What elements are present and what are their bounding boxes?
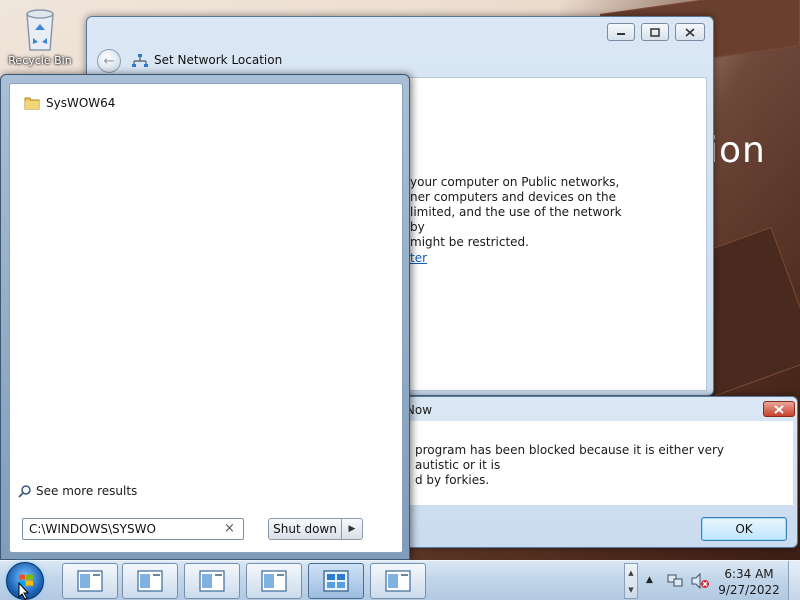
minimize-button[interactable] (607, 23, 635, 41)
document-window-icon (137, 570, 163, 592)
search-result-syswow64[interactable]: SysWOW64 (24, 96, 115, 110)
folder-icon (24, 97, 40, 110)
close-icon (685, 27, 695, 37)
see-more-label: See more results (36, 484, 138, 498)
document-window-icon (77, 570, 103, 592)
back-button[interactable]: ← (97, 49, 121, 73)
blocked-program-dialog: y Now program has been blocked because i… (380, 396, 798, 548)
taskbar-button[interactable] (370, 563, 426, 599)
taskbar-button-active[interactable] (308, 563, 364, 599)
description-line: might be restricted. (410, 235, 529, 249)
start-search-input[interactable]: C:\WINDOWS\SYSWO (22, 518, 244, 540)
clock-time: 6:34 AM (724, 567, 774, 581)
maximize-icon (650, 27, 660, 37)
window-title: Set Network Location (154, 53, 283, 67)
taskbar: ▲ ▼ ▲ 6:34 AM 9/27/2022 (0, 560, 800, 600)
close-button[interactable] (675, 23, 705, 41)
network-icon (132, 54, 148, 67)
description-line: your computer on Public networks, (410, 175, 620, 189)
ok-button[interactable]: OK (701, 517, 787, 541)
clear-search-icon[interactable]: × (224, 521, 235, 536)
shut-down-options-button[interactable]: ▶ (341, 518, 363, 540)
recycle-bin-icon (26, 9, 54, 51)
dialog-message-line: program has been blocked because it is e… (415, 443, 725, 472)
show-desktop-button[interactable] (788, 561, 800, 600)
document-window-icon (199, 570, 225, 592)
chevron-down-icon: ▼ (628, 585, 634, 594)
taskbar-button[interactable] (246, 563, 302, 599)
taskbar-button[interactable] (184, 563, 240, 599)
network-window-icon (323, 570, 349, 592)
start-menu: SysWOW64 See more results C:\WINDOWS\SYS… (0, 74, 410, 560)
description-line: ner computers and devices on the (410, 190, 617, 204)
taskbar-scroll[interactable]: ▲ ▼ (624, 563, 638, 599)
taskbar-button[interactable] (122, 563, 178, 599)
document-window-icon (261, 570, 287, 592)
mouse-cursor-icon (18, 582, 30, 600)
clock[interactable]: 6:34 AM 9/27/2022 (714, 566, 784, 598)
clock-date: 9/27/2022 (718, 583, 780, 597)
minimize-icon (617, 33, 625, 35)
document-window-icon (385, 570, 411, 592)
network-settings-link[interactable]: ter (410, 251, 427, 265)
network-tray-icon[interactable] (666, 573, 684, 589)
arrow-right-icon: ▶ (348, 524, 356, 534)
search-result-label: SysWOW64 (46, 96, 116, 110)
dialog-body: program has been blocked because it is e… (385, 421, 793, 505)
search-icon (18, 485, 31, 498)
taskbar-button[interactable] (62, 563, 118, 599)
search-results-pane: SysWOW64 See more results C:\WINDOWS\SYS… (9, 83, 403, 553)
network-description: your computer on Public networks, ner co… (410, 175, 630, 250)
see-more-results-link[interactable]: See more results (18, 484, 137, 498)
wallpaper-text: ion (708, 130, 766, 171)
recycle-bin-shortcut[interactable]: Recycle Bin (6, 6, 74, 67)
dialog-message-line: d by forkies. (415, 473, 490, 487)
description-line: limited, and the use of the network by (410, 205, 622, 234)
maximize-button[interactable] (641, 23, 669, 41)
dialog-close-button[interactable] (763, 401, 795, 417)
recycle-bin-label: Recycle Bin (8, 54, 72, 67)
show-hidden-icons-button[interactable]: ▲ (646, 575, 653, 585)
volume-muted-icon[interactable] (690, 573, 710, 589)
back-arrow-icon: ← (103, 53, 115, 69)
dialog-message: program has been blocked because it is e… (415, 443, 765, 488)
shut-down-button[interactable]: Shut down (268, 518, 342, 540)
chevron-up-icon: ▲ (628, 568, 634, 577)
close-icon (774, 404, 784, 414)
